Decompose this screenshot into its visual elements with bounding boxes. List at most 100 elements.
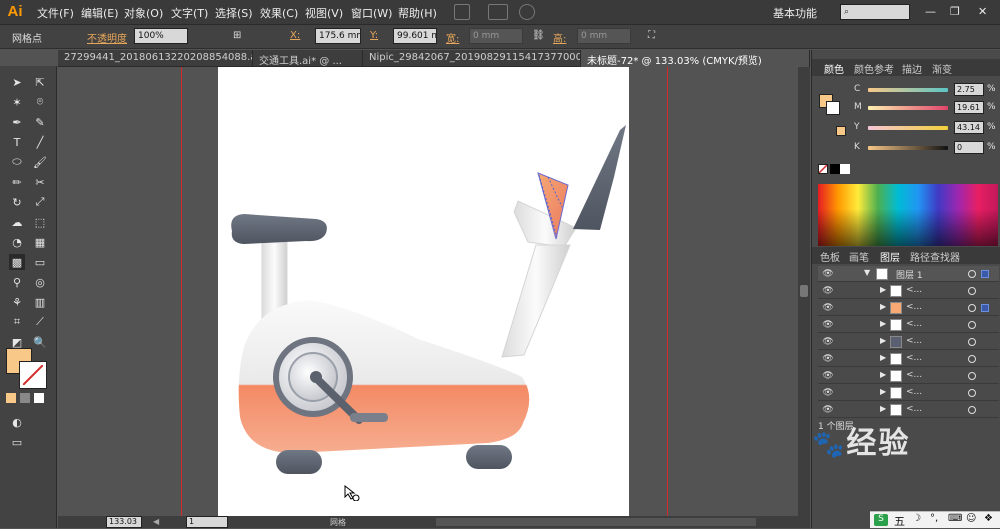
symbol-sprayer-icon[interactable]: ⚘ (9, 294, 25, 310)
sublayer-name[interactable]: <... (906, 302, 922, 312)
ime-mode-label[interactable]: 五 (894, 513, 905, 529)
zoom-input[interactable]: 133.03 (106, 516, 142, 528)
selection-indicator-icon[interactable] (981, 304, 989, 312)
free-transform-icon[interactable]: ⬚ (32, 214, 48, 230)
y-input[interactable]: 99.601 mm (393, 28, 437, 44)
rotate-icon[interactable]: ↻ (9, 194, 25, 210)
eye-icon[interactable]: 👁 (821, 286, 835, 296)
none-swatch[interactable] (818, 164, 828, 174)
artboard-number-input[interactable]: 1 (186, 516, 228, 528)
opacity-input[interactable]: 100% (134, 28, 188, 44)
restore-button[interactable]: ❐ (950, 5, 960, 18)
expand-arrow-icon[interactable]: ▶ (880, 319, 886, 328)
expand-arrow-icon[interactable]: ▶ (880, 285, 886, 294)
expand-arrow-icon[interactable]: ▶ (880, 387, 886, 396)
eyedropper-icon[interactable]: ⚲ (9, 274, 25, 290)
paintbrush-icon[interactable]: 🖌 (32, 154, 48, 170)
black-slider[interactable] (868, 146, 948, 150)
line-tool-icon[interactable]: ╱ (32, 134, 48, 150)
draw-mode-icon[interactable]: ◐ (9, 414, 25, 430)
yellow-input[interactable]: 43.14 (954, 121, 984, 134)
magenta-slider[interactable] (868, 106, 948, 110)
graph-tool-icon[interactable]: ▥ (32, 294, 48, 310)
menu-object[interactable]: 对象(O) (124, 5, 163, 21)
sublayer-name[interactable]: <... (906, 336, 922, 346)
x-input[interactable]: 175.6 mm (315, 28, 361, 44)
opacity-label[interactable]: 不透明度 (87, 30, 127, 45)
tab-doc-3[interactable]: Nipic_29842067_20190829115417377000.ai* (363, 50, 581, 67)
direct-selection-tool-icon[interactable]: ⇱ (32, 74, 48, 90)
layer-name[interactable]: 图层 1 (896, 268, 923, 281)
keyboard-icon[interactable]: ⌨ (948, 513, 962, 524)
eye-icon[interactable]: 👁 (821, 320, 835, 330)
skin-icon[interactable]: ❖ (984, 513, 993, 524)
layer-row[interactable]: 👁 ▼ 图层 1 (818, 266, 999, 282)
tab-doc-1[interactable]: 27299441_20180613220208854088.ai* (58, 50, 253, 67)
arrange-documents-icon[interactable] (488, 4, 508, 20)
yellow-slider[interactable] (868, 126, 948, 130)
mesh-tool-icon[interactable]: ▩ (9, 254, 25, 270)
menu-edit[interactable]: 编辑(E) (81, 5, 119, 21)
isolate-icon[interactable]: ⛶ (648, 30, 655, 41)
magenta-input[interactable]: 19.61 (954, 101, 984, 114)
target-icon[interactable] (968, 355, 976, 363)
sogou-ime-icon[interactable]: S (874, 514, 888, 526)
black-input[interactable]: 0 (954, 141, 984, 154)
zoom-tool-icon[interactable]: 🔍 (32, 334, 48, 350)
sublayer-name[interactable]: <... (906, 370, 922, 380)
curvature-tool-icon[interactable]: ✎ (32, 114, 48, 130)
sublayer-row[interactable]: 👁 ▶ <... (818, 351, 999, 367)
close-button[interactable]: ✕ (978, 5, 987, 18)
black-swatch[interactable] (830, 164, 840, 174)
out-of-gamut-swatch[interactable] (836, 126, 846, 136)
tab-swatches[interactable]: 色板 (820, 249, 840, 264)
panel-stroke-swatch[interactable] (826, 101, 840, 115)
artboard[interactable] (218, 67, 629, 516)
sublayer-name[interactable]: <... (906, 285, 922, 295)
none-mode-icon[interactable] (34, 393, 44, 403)
sublayer-name[interactable]: <... (906, 404, 922, 414)
eye-icon[interactable]: 👁 (821, 269, 835, 279)
cyan-input[interactable]: 2.75 (954, 83, 984, 96)
vertical-scrollbar[interactable] (798, 67, 810, 516)
sublayer-name[interactable]: <... (906, 353, 922, 363)
target-icon[interactable] (968, 287, 976, 295)
height-input[interactable]: 0 mm (577, 28, 631, 44)
width-input[interactable]: 0 mm (469, 28, 523, 44)
target-icon[interactable] (968, 406, 976, 414)
bridge-icon[interactable] (454, 4, 470, 20)
target-icon[interactable] (968, 389, 976, 397)
scroll-thumb[interactable] (800, 285, 808, 297)
sublayer-name[interactable]: <... (906, 387, 922, 397)
sublayer-row[interactable]: 👁 ▶ <... (818, 385, 999, 401)
target-icon[interactable] (968, 372, 976, 380)
eye-icon[interactable]: 👁 (821, 303, 835, 313)
scissors-icon[interactable]: ✂ (32, 174, 48, 190)
selection-tool-icon[interactable]: ➤ (9, 74, 25, 90)
target-icon[interactable] (968, 304, 976, 312)
menu-window[interactable]: 窗口(W) (351, 5, 392, 21)
pen-tool-icon[interactable]: ✒ (9, 114, 25, 130)
screen-mode-icon[interactable]: ▭ (9, 434, 25, 450)
expand-arrow-icon[interactable]: ▶ (880, 370, 886, 379)
moon-icon[interactable]: ☽ (912, 513, 921, 524)
cyan-slider[interactable] (868, 88, 948, 92)
sublayer-row[interactable]: 👁 ▶ <... (818, 402, 999, 418)
prev-artboard-icon[interactable]: ◀ (153, 517, 159, 526)
menu-view[interactable]: 视图(V) (305, 5, 343, 21)
color-spectrum[interactable] (818, 184, 998, 246)
search-input[interactable]: ⌕ (840, 4, 910, 20)
tab-active-doc[interactable]: 未标题-72* @ 133.03% (CMYK/预览) (581, 50, 810, 67)
tab-color-guide[interactable]: 颜色参考 (854, 61, 894, 76)
ellipse-tool-icon[interactable]: ⬭ (9, 154, 25, 170)
sublayer-name[interactable]: <... (906, 319, 922, 329)
eye-icon[interactable]: 👁 (821, 371, 835, 381)
user-icon[interactable]: ☺ (966, 513, 976, 524)
menu-help[interactable]: 帮助(H) (398, 5, 437, 21)
canvas-area[interactable] (58, 67, 798, 516)
blend-icon[interactable]: ◎ (32, 274, 48, 290)
tab-brushes[interactable]: 画笔 (849, 249, 869, 264)
shape-builder-icon[interactable]: ◔ (9, 234, 25, 250)
sublayer-row[interactable]: 👁 ▶ <... (818, 368, 999, 384)
tab-doc-2[interactable]: 交通工具.ai* @ ... (253, 50, 363, 67)
